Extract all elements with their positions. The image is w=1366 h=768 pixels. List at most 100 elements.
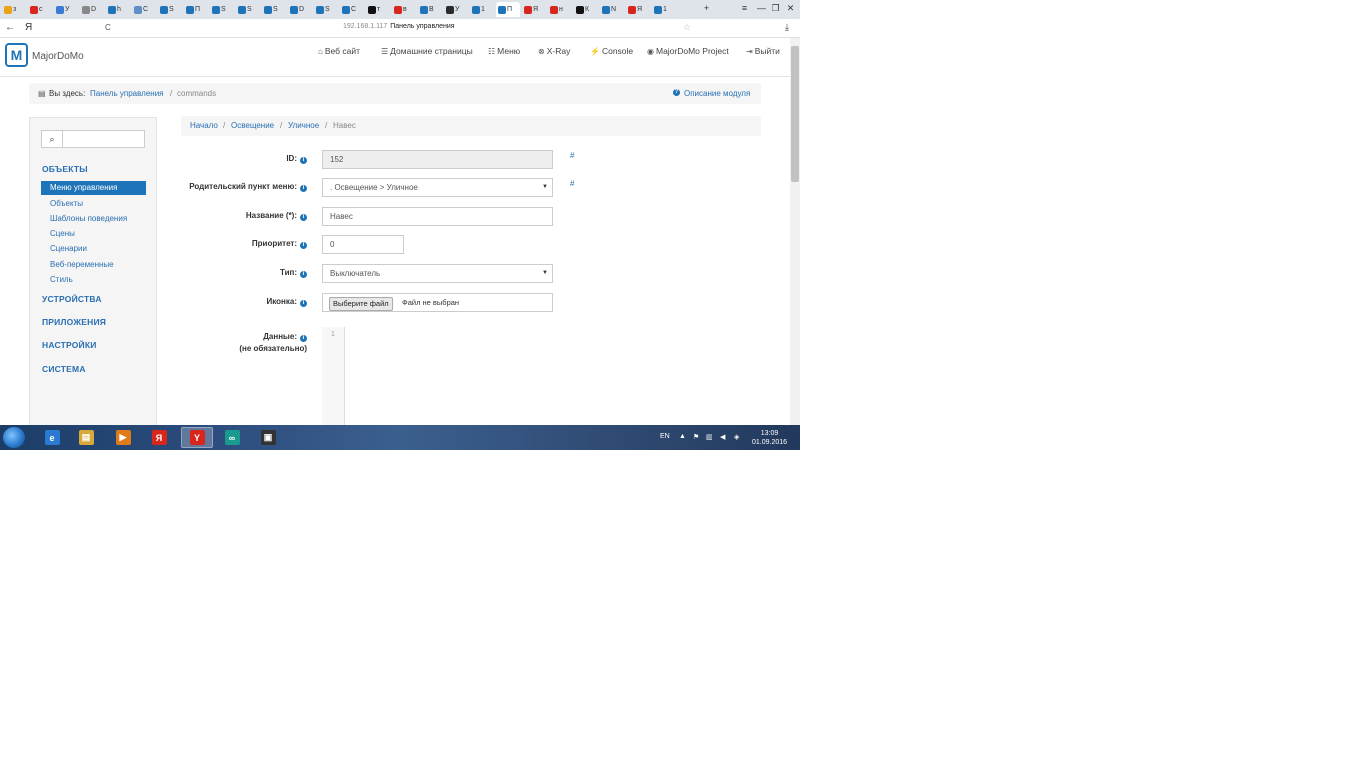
download-icon[interactable]: ⤓ <box>785 22 789 33</box>
parent-anchor-link[interactable]: # <box>570 179 574 188</box>
nav-link-2[interactable]: ☷ Меню <box>488 46 520 56</box>
tray-app-icon[interactable]: ◈ <box>734 433 739 441</box>
sidebar-section-applications[interactable]: ПРИЛОЖЕНИЯ <box>42 317 106 327</box>
browser-tab[interactable]: C <box>340 2 364 17</box>
back-arrow-icon[interactable]: ← <box>5 22 15 33</box>
sidebar-item-behavior-templates[interactable]: Шаблоны поведения <box>50 214 127 223</box>
breadcrumb-outdoor-link[interactable]: Уличное <box>288 121 319 130</box>
parent-select[interactable]: . Освещение > Уличное ▼ <box>322 178 553 197</box>
browser-tab[interactable]: N <box>600 2 624 17</box>
browser-tab[interactable]: Я <box>522 2 546 17</box>
browser-tab[interactable]: У <box>444 2 468 17</box>
network-icon[interactable]: ▥ <box>706 433 713 441</box>
taskbar-app[interactable]: ∞ <box>216 427 248 448</box>
restore-button[interactable]: ❐ <box>769 3 782 15</box>
browser-tab[interactable]: C <box>132 2 156 17</box>
browser-tab[interactable]: S <box>158 2 182 17</box>
breadcrumb-lighting-link[interactable]: Освещение <box>231 121 274 130</box>
search-icon[interactable]: ⌕ <box>42 131 63 147</box>
close-button[interactable]: ✕ <box>784 3 797 15</box>
volume-icon[interactable]: ◀ <box>720 433 725 441</box>
nav-link-4[interactable]: ⚡ Console <box>590 46 633 56</box>
info-icon[interactable]: i <box>300 271 307 278</box>
tab-label: D <box>91 6 97 13</box>
sidebar-item-scenes[interactable]: Сцены <box>50 229 75 238</box>
choose-file-button[interactable]: Выберите файл <box>329 297 393 311</box>
sidebar-item-style[interactable]: Стиль <box>50 275 73 284</box>
nav-link-5[interactable]: ◉ MajorDoMo Project <box>647 46 729 56</box>
browser-tab[interactable]: з <box>2 2 26 17</box>
search-input[interactable]: ⌕ <box>41 130 145 148</box>
browser-tab[interactable]: D <box>288 2 312 17</box>
page-scrollbar[interactable] <box>790 38 800 425</box>
browser-tab[interactable]: в <box>392 2 416 17</box>
info-icon[interactable]: i <box>300 214 307 221</box>
priority-field[interactable]: 0 <box>322 235 404 254</box>
taskbar-app[interactable]: e <box>36 427 68 448</box>
browser-tab[interactable]: h <box>106 2 130 17</box>
taskbar-app[interactable]: ▶ <box>107 427 139 448</box>
breadcrumb-home-link[interactable]: Панель управления <box>90 89 164 98</box>
browser-tab[interactable]: В <box>418 2 442 17</box>
menu-icon[interactable]: ≡ <box>738 3 751 15</box>
browser-tab[interactable]: т <box>366 2 390 17</box>
browser-tab[interactable]: с <box>28 2 52 17</box>
taskbar-app[interactable]: ▣ <box>252 427 284 448</box>
nav-link-6[interactable]: ⇥ Выйти <box>746 46 780 56</box>
info-icon[interactable]: i <box>300 335 307 342</box>
taskbar-app[interactable]: Я <box>143 427 175 448</box>
sidebar-item-control-menu[interactable]: Меню управления <box>41 181 146 195</box>
sidebar-section-objects[interactable]: ОБЪЕКТЫ <box>42 164 88 174</box>
taskbar-app[interactable]: Y <box>181 427 213 448</box>
browser-tab[interactable]: S <box>262 2 286 17</box>
browser-tab[interactable]: К <box>574 2 598 17</box>
sidebar-item-web-variables[interactable]: Веб-переменные <box>50 260 114 269</box>
browser-tab[interactable]: D <box>80 2 104 17</box>
taskbar-app[interactable]: ▤ <box>70 427 102 448</box>
sidebar-item-objects[interactable]: Объекты <box>50 199 83 208</box>
browser-tab[interactable]: П <box>184 2 208 17</box>
browser-tab[interactable]: S <box>314 2 338 17</box>
browser-tab[interactable]: S <box>210 2 234 17</box>
info-icon[interactable]: i <box>300 185 307 192</box>
module-help-link[interactable]: Описание модуля <box>684 89 750 98</box>
url-field[interactable]: 192.168.1.117 Панель управления <box>343 23 455 30</box>
start-button-icon[interactable] <box>3 427 25 448</box>
browser-tab[interactable]: 1 <box>652 2 676 17</box>
info-icon[interactable]: i <box>300 157 307 164</box>
new-tab-button[interactable]: + <box>700 3 713 15</box>
clock[interactable]: 13:09 01.09.2016 <box>752 429 787 447</box>
nav-link-0[interactable]: ⌂ Веб сайт <box>318 46 360 56</box>
nav-link-1[interactable]: ☰ Домашние страницы <box>381 46 473 56</box>
info-icon[interactable]: i <box>300 242 307 249</box>
browser-tab[interactable]: 1 <box>470 2 494 17</box>
browser-tab[interactable]: П <box>496 2 520 17</box>
minimize-button[interactable]: — <box>755 3 768 15</box>
browser-tab[interactable]: S <box>236 2 260 17</box>
help-icon[interactable]: ? <box>673 89 680 96</box>
nav-link-3[interactable]: ⊗ X-Ray <box>538 46 570 56</box>
browser-tab[interactable]: Я <box>626 2 650 17</box>
bookmark-star-icon[interactable]: ☆ <box>683 22 691 33</box>
sidebar-item-scripts[interactable]: Сценарии <box>50 244 87 253</box>
tray-flag-icon[interactable]: ⚑ <box>693 433 699 441</box>
type-select[interactable]: Выключатель ▼ <box>322 264 553 283</box>
yandex-logo-icon[interactable]: Я <box>25 22 32 33</box>
breadcrumb-start-link[interactable]: Начало <box>190 121 218 130</box>
brand-name[interactable]: MajorDoMo <box>32 51 84 62</box>
majordomo-logo-icon[interactable]: M <box>5 43 28 67</box>
tab-favicon-icon <box>368 5 376 14</box>
browser-tab[interactable]: н <box>548 2 572 17</box>
code-editor-gutter[interactable]: 1 <box>322 327 345 425</box>
tray-chevron-icon[interactable]: ▲ <box>679 433 686 440</box>
browser-tab[interactable]: У <box>54 2 78 17</box>
sidebar-section-devices[interactable]: УСТРОЙСТВА <box>42 294 102 304</box>
info-icon[interactable]: i <box>300 300 307 307</box>
sidebar-section-system[interactable]: СИСТЕМА <box>42 364 86 374</box>
title-field[interactable]: Навес <box>322 207 553 226</box>
reload-icon[interactable]: C <box>105 23 111 32</box>
scrollbar-thumb[interactable] <box>791 46 799 182</box>
id-anchor-link[interactable]: # <box>570 151 574 160</box>
sidebar-section-settings[interactable]: НАСТРОЙКИ <box>42 340 97 350</box>
language-indicator[interactable]: EN <box>660 433 670 440</box>
